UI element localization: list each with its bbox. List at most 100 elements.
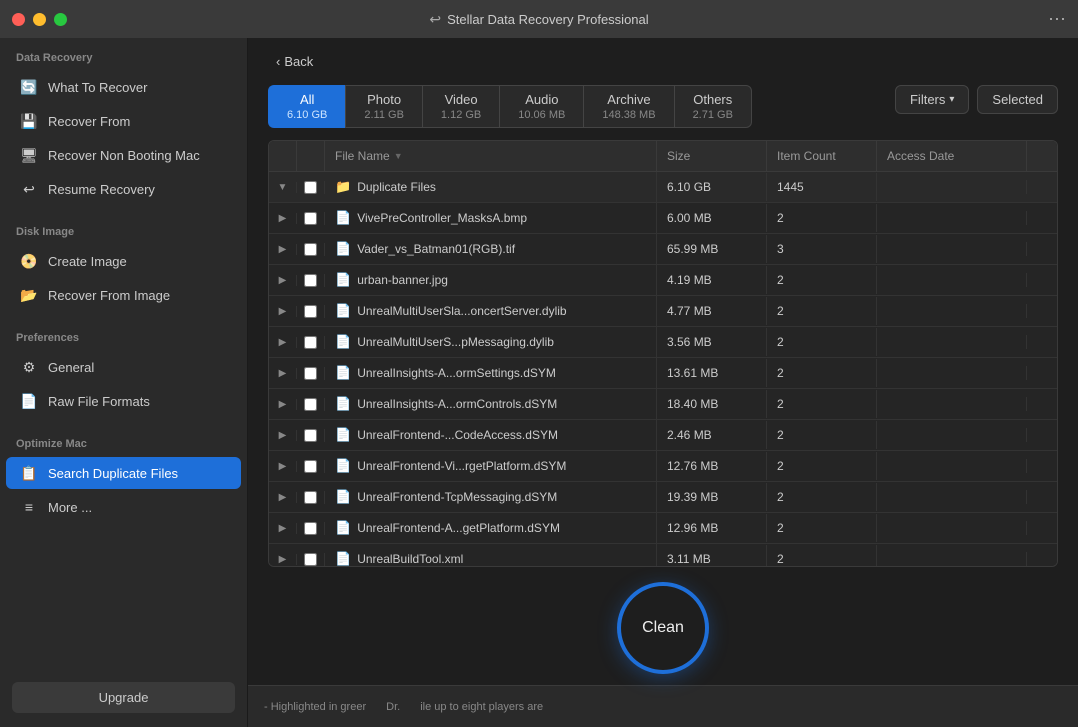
group-expand-icon[interactable]: ▼ [269,182,297,193]
count-cell: 2 [767,297,877,325]
size-cell: 3.11 MB [657,545,767,567]
maximize-button[interactable] [54,13,67,26]
expand-icon[interactable]: ▶ [269,461,297,472]
sidebar-label-recover-non-booting: Recover Non Booting Mac [48,148,200,163]
row-checkbox-cell[interactable] [297,398,325,411]
titlebar: ↩ Stellar Data Recovery Professional ⋯ [0,0,1078,38]
sidebar-item-recover-from[interactable]: 💾 Recover From [6,105,241,137]
recover-from-icon: 💾 [20,112,38,130]
row-checkbox-cell[interactable] [297,305,325,318]
row-checkbox-cell[interactable] [297,274,325,287]
th-filename-label: File Name [335,149,390,163]
sidebar-item-recover-non-booting[interactable]: 🖥 Recover Non Booting Mac [6,139,241,171]
expand-icon[interactable]: ▶ [269,244,297,255]
expand-icon[interactable]: ▶ [269,523,297,534]
count-cell: 2 [767,483,877,511]
sidebar-label-what-to-recover: What To Recover [48,80,147,95]
filename-cell: 📄UnrealFrontend-TcpMessaging.dSYM [325,482,657,512]
date-cell [877,211,1027,225]
raw-file-formats-icon: 📄 [20,392,38,410]
expand-icon[interactable]: ▶ [269,430,297,441]
file-icon: 📄 [335,303,351,319]
row-checkbox[interactable] [304,274,317,287]
expand-icon[interactable]: ▶ [269,306,297,317]
sidebar-item-general[interactable]: ⚙ General [6,351,241,383]
minimize-button[interactable] [33,13,46,26]
row-checkbox[interactable] [304,553,317,566]
row-checkbox-cell[interactable] [297,553,325,566]
row-checkbox-cell[interactable] [297,522,325,535]
row-checkbox-cell[interactable] [297,491,325,504]
row-checkbox[interactable] [304,212,317,225]
sidebar-item-recover-from-image[interactable]: 📂 Recover From Image [6,279,241,311]
table-row: ▶ 📄UnrealMultiUserS...pMessaging.dylib 3… [269,327,1057,358]
tab-photo[interactable]: Photo 2.11 GB [345,85,422,128]
extra-cell [1027,273,1057,287]
clean-button[interactable]: Clean [618,583,708,673]
upgrade-button[interactable]: Upgrade [12,682,235,713]
row-checkbox-cell[interactable] [297,367,325,380]
sidebar-item-more[interactable]: ≡ More ... [6,491,241,523]
tab-archive[interactable]: Archive 148.38 MB [583,85,673,128]
create-image-icon: 📀 [20,252,38,270]
file-icon: 📄 [335,458,351,474]
th-size[interactable]: Size [657,141,767,171]
tab-video[interactable]: Video 1.12 GB [422,85,499,128]
row-checkbox-cell[interactable] [297,212,325,225]
filter-tabs-row: All 6.10 GB Photo 2.11 GB Video 1.12 GB … [248,73,1078,128]
row-checkbox[interactable] [304,398,317,411]
close-button[interactable] [12,13,25,26]
row-checkbox[interactable] [304,460,317,473]
content-area: ‹ Back All 6.10 GB Photo 2.11 GB Video 1… [248,38,1078,727]
group-checkbox[interactable] [304,181,317,194]
sidebar-item-raw-file-formats[interactable]: 📄 Raw File Formats [6,385,241,417]
sidebar-item-search-duplicate-files[interactable]: 📋 Search Duplicate Files [6,457,241,489]
tab-audio[interactable]: Audio 10.06 MB [499,85,583,128]
row-checkbox-cell[interactable] [297,336,325,349]
row-checkbox[interactable] [304,367,317,380]
back-button[interactable]: ‹ Back [268,50,321,73]
expand-icon[interactable]: ▶ [269,492,297,503]
count-cell: 2 [767,421,877,449]
expand-icon[interactable]: ▶ [269,275,297,286]
filters-button[interactable]: Filters ▾ [895,85,969,114]
group-checkbox-cell[interactable] [297,181,325,194]
file-icon: 📄 [335,272,351,288]
th-access-date[interactable]: Access Date [877,141,1027,171]
filename: Vader_vs_Batman01(RGB).tif [357,242,515,256]
date-cell [877,273,1027,287]
menu-button[interactable]: ⋯ [1048,9,1066,30]
expand-icon[interactable]: ▶ [269,554,297,565]
filename-cell: 📄VivePreController_MasksA.bmp [325,203,657,233]
th-item-count[interactable]: Item Count [767,141,877,171]
selected-button[interactable]: Selected [977,85,1058,114]
expand-icon[interactable]: ▶ [269,399,297,410]
tab-all-label: All [300,92,314,107]
expand-icon[interactable]: ▶ [269,213,297,224]
sidebar-item-create-image[interactable]: 📀 Create Image [6,245,241,277]
row-checkbox[interactable] [304,522,317,535]
row-checkbox[interactable] [304,305,317,318]
row-checkbox[interactable] [304,243,317,256]
row-checkbox[interactable] [304,336,317,349]
tab-photo-label: Photo [367,92,401,107]
tab-others[interactable]: Others 2.71 GB [674,85,752,128]
row-checkbox[interactable] [304,491,317,504]
sort-arrow-icon: ▼ [394,151,403,161]
expand-icon[interactable]: ▶ [269,337,297,348]
row-checkbox[interactable] [304,429,317,442]
th-filename[interactable]: File Name ▼ [325,141,657,171]
tab-all[interactable]: All 6.10 GB [268,85,345,128]
sidebar-item-what-to-recover[interactable]: 🔄 What To Recover [6,71,241,103]
filename-cell: 📄Vader_vs_Batman01(RGB).tif [325,234,657,264]
file-icon: 📄 [335,551,351,567]
date-cell [877,490,1027,504]
row-checkbox-cell[interactable] [297,429,325,442]
tab-audio-size: 10.06 MB [518,109,565,121]
th-count-label: Item Count [777,149,836,163]
row-checkbox-cell[interactable] [297,243,325,256]
sidebar-item-resume-recovery[interactable]: ↩ Resume Recovery [6,173,241,205]
expand-icon[interactable]: ▶ [269,368,297,379]
filename-cell: 📄UnrealFrontend-...CodeAccess.dSYM [325,420,657,450]
row-checkbox-cell[interactable] [297,460,325,473]
